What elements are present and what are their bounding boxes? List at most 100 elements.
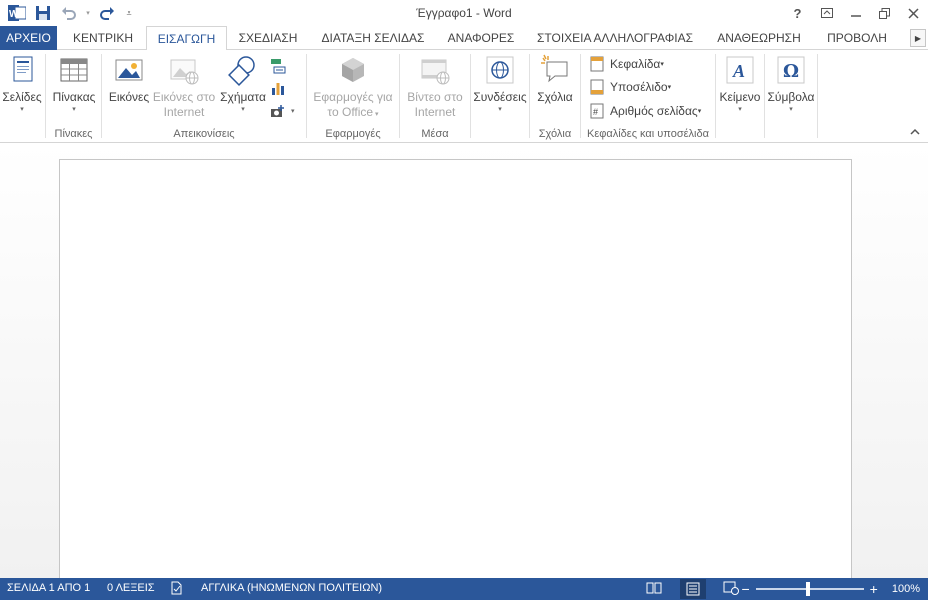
svg-text:#: # [593, 107, 598, 117]
tab-design[interactable]: ΣΧΕΔΙΑΣΗ [230, 26, 306, 50]
group-header-footer-label: Κεφαλίδες και υποσέλιδα [587, 128, 709, 140]
pictures-button[interactable]: Εικόνες [106, 54, 152, 105]
web-layout-icon[interactable] [723, 581, 739, 598]
shapes-label: Σχήματα [220, 90, 266, 104]
word-count-status[interactable]: 0 ΛΕΞΕΙΣ [107, 582, 155, 594]
group-apps: Εφαρμογές για το Office ▾ Εφαρμογές [307, 50, 399, 143]
ribbon-insert: Σελίδες ▾ Πίνακας ▾ Πίνακες Εικόνες Εικό… [0, 50, 928, 143]
apps-for-office-button[interactable]: Εφαρμογές για το Office ▾ [309, 54, 397, 122]
online-pictures-label-2: Internet [163, 105, 205, 119]
document-page[interactable] [59, 159, 852, 578]
tab-insert[interactable]: ΕΙΣΑΓΩΓΗ [146, 26, 227, 51]
tab-references[interactable]: ΑΝΑΦΟΡΕΣ [440, 26, 522, 50]
tab-mailings[interactable]: ΣΤΟΙΧΕΙΑ ΑΛΛΗΛΟΓΡΑΦΙΑΣ [530, 26, 700, 50]
tab-view[interactable]: ΠΡΟΒΟΛΗ [816, 26, 898, 50]
smartart-icon [271, 59, 286, 74]
group-symbols: Ω Σύμβολα ▾ [765, 50, 817, 143]
group-apps-label: Εφαρμογές [325, 128, 381, 140]
table-button[interactable]: Πίνακας ▾ [49, 54, 99, 115]
close-icon[interactable] [899, 0, 928, 26]
redo-icon[interactable] [96, 3, 118, 23]
smartart-button[interactable] [270, 56, 291, 76]
undo-icon[interactable] [58, 3, 80, 23]
links-dropdown-icon: ▾ [498, 106, 502, 113]
zoom-in-icon[interactable]: + [870, 582, 878, 596]
quick-access-toolbar: W ▾ ⩡ [6, 3, 136, 23]
customize-qat-icon[interactable]: ⩡ [122, 3, 136, 23]
comment-button[interactable]: Σχόλια [532, 54, 578, 105]
group-links: Συνδέσεις ▾ [471, 50, 529, 143]
group-tables: Πίνακας ▾ Πίνακες [46, 50, 101, 143]
print-layout-icon[interactable] [680, 579, 706, 599]
symbols-label: Σύμβολα [767, 90, 815, 104]
table-icon [60, 58, 88, 82]
table-label: Πίνακας [52, 90, 96, 104]
minimize-icon[interactable] [841, 0, 870, 26]
links-icon [486, 56, 514, 84]
pages-button[interactable]: Σελίδες ▾ [1, 54, 43, 115]
online-video-icon [421, 59, 450, 85]
title-bar: W ▾ ⩡ Έγγραφο1 - Word ? [0, 0, 928, 26]
group-illustrations: Εικόνες Εικόνες στο Internet Σχήματα ▾ ▾… [102, 50, 306, 143]
links-button[interactable]: Συνδέσεις ▾ [472, 54, 528, 115]
zoom-slider-thumb[interactable] [805, 582, 810, 596]
header-button[interactable]: Κεφαλίδα ▾ [589, 54, 664, 74]
header-icon [590, 56, 604, 72]
zoom-out-icon[interactable]: − [741, 582, 749, 596]
language-status[interactable]: ΑΓΓΛΙΚΑ (ΗΝΩΜΕΝΩΝ ΠΟΛΙΤΕΙΩΝ) [201, 582, 382, 594]
online-pictures-button[interactable]: Εικόνες στο Internet [151, 54, 217, 120]
comment-icon [541, 54, 568, 83]
text-button[interactable]: A Κείμενο ▾ [718, 54, 762, 115]
zoom-slider[interactable] [755, 582, 864, 596]
page-number-label: Αριθμός σελίδας [610, 104, 698, 118]
footer-dropdown-icon: ▾ [667, 84, 672, 91]
document-area[interactable] [0, 143, 928, 578]
svg-text:Ω: Ω [783, 61, 799, 82]
chart-button[interactable] [270, 78, 291, 98]
group-tables-label: Πίνακες [54, 128, 93, 140]
read-mode-icon[interactable] [646, 581, 662, 598]
tab-scroll-right-icon[interactable]: ▶ [910, 29, 926, 47]
online-video-button[interactable]: Βίντεο στο Internet [402, 54, 468, 120]
footer-button[interactable]: Υποσέλιδο ▾ [589, 77, 671, 97]
ribbon-display-options-icon[interactable] [812, 0, 841, 26]
pictures-icon [115, 59, 143, 81]
symbols-dropdown-icon: ▾ [789, 106, 793, 113]
text-label: Κείμενο [719, 90, 761, 104]
collapse-ribbon-icon[interactable] [910, 127, 920, 138]
omega-icon: Ω [777, 56, 805, 84]
group-media-label: Μέσα [421, 128, 449, 140]
apps-label-1: Εφαρμογές για [313, 90, 393, 104]
page-number-dropdown-icon: ▾ [697, 108, 702, 115]
save-icon[interactable] [32, 3, 54, 23]
shapes-button[interactable]: Σχήματα ▾ [218, 54, 268, 115]
tab-page-layout[interactable]: ΔΙΑΤΑΞΗ ΣΕΛΙΔΑΣ [312, 26, 434, 50]
pages-label: Σελίδες [2, 90, 42, 104]
apps-label-2: το Office [327, 105, 374, 119]
chart-icon [272, 83, 284, 95]
screenshot-button[interactable]: ▾ [270, 102, 295, 122]
header-dropdown-icon: ▾ [660, 61, 664, 68]
page-count-status[interactable]: ΣΕΛΙΔΑ 1 ΑΠΟ 1 [7, 582, 90, 594]
links-label: Συνδέσεις [473, 90, 527, 104]
ribbon-tabs: ΑΡΧΕΙΟ ΚΕΝΤΡΙΚΗ ΕΙΣΑΓΩΓΗ ΣΧΕΔΙΑΣΗ ΔΙΑΤΑΞ… [0, 26, 928, 51]
symbols-button[interactable]: Ω Σύμβολα ▾ [766, 54, 816, 115]
footer-icon [590, 79, 604, 95]
tab-review[interactable]: ΑΝΑΘΕΩΡΗΣΗ [708, 26, 810, 50]
tab-home[interactable]: ΚΕΝΤΡΙΚΗ [64, 26, 142, 50]
text-dropdown-icon: ▾ [738, 106, 742, 113]
svg-text:W: W [9, 9, 19, 20]
page-number-button[interactable]: # Αριθμός σελίδας ▾ [589, 101, 701, 121]
proofing-icon[interactable] [170, 581, 184, 598]
undo-dropdown-icon[interactable]: ▾ [84, 3, 92, 23]
apps-dropdown-icon: ▾ [373, 111, 379, 118]
apps-for-office-icon [342, 58, 364, 82]
tab-file[interactable]: ΑΡΧΕΙΟ [0, 26, 57, 50]
zoom-level[interactable]: 100% [892, 583, 920, 595]
word-app-icon[interactable]: W [6, 3, 28, 23]
online-pictures-icon [170, 59, 199, 85]
restore-icon[interactable] [870, 0, 899, 26]
group-text: A Κείμενο ▾ [716, 50, 764, 143]
help-icon[interactable]: ? [783, 0, 812, 26]
page-number-icon: # [590, 103, 604, 119]
